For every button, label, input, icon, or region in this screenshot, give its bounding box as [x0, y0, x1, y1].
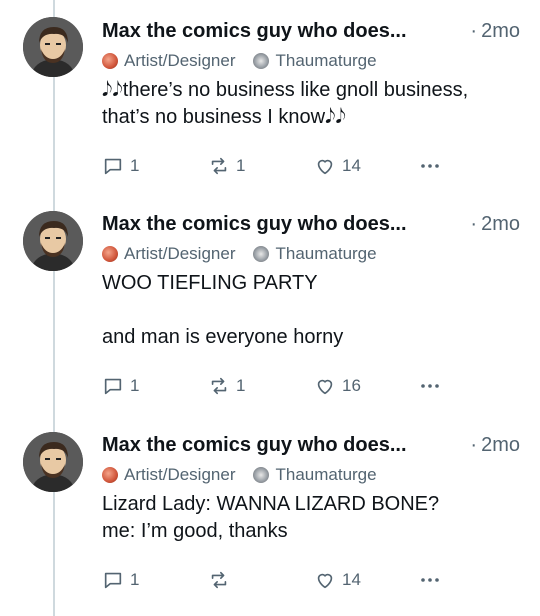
- time-value: 2mo: [481, 20, 520, 42]
- avatar-image: [23, 432, 83, 492]
- heart-icon: [317, 379, 333, 395]
- author-name[interactable]: Max the comics guy who does...: [102, 20, 407, 43]
- repost-arrows-icon: [211, 377, 227, 395]
- reply-button[interactable]: 1: [102, 155, 208, 177]
- avatar[interactable]: [23, 211, 83, 271]
- author-name[interactable]: Max the comics guy who does...: [102, 213, 407, 236]
- more-dots-icon: [421, 384, 439, 388]
- badge-artist[interactable]: Artist/Designer: [102, 244, 235, 264]
- post-text-line: [102, 297, 520, 324]
- post-time[interactable]: · 2mo: [470, 20, 520, 43]
- artist-badge-icon: [102, 246, 118, 262]
- artist-badge-icon: [102, 53, 118, 69]
- post-text: 𝅘𝅥𝅮𝅘𝅥𝅮there’s no business like gnoll bus…: [102, 77, 520, 131]
- repost-button[interactable]: 1: [208, 375, 314, 397]
- time-separator: ·: [470, 20, 478, 42]
- repost-button[interactable]: [208, 569, 314, 591]
- reply-bubble-icon: [104, 158, 122, 175]
- more-button[interactable]: [418, 154, 442, 178]
- badge-label: Artist/Designer: [124, 51, 236, 70]
- time-value: 2mo: [481, 213, 520, 235]
- post-text-line: me: I’m good, thanks: [102, 520, 288, 542]
- reply-button[interactable]: 1: [102, 569, 208, 591]
- thread-line: [53, 0, 55, 616]
- badge-label: Thaumaturge: [275, 465, 377, 484]
- badge-label: Artist/Designer: [124, 465, 236, 484]
- time-separator: ·: [470, 434, 478, 456]
- reply-count: 1: [130, 376, 140, 395]
- avatar[interactable]: [23, 17, 83, 77]
- repost-arrows-icon: [211, 571, 227, 589]
- post-time[interactable]: · 2mo: [470, 213, 520, 236]
- like-button[interactable]: 14: [314, 155, 418, 177]
- time-value: 2mo: [481, 434, 520, 456]
- reply-button[interactable]: 1: [102, 375, 208, 397]
- like-button[interactable]: 16: [314, 375, 418, 397]
- repost-button[interactable]: 1: [208, 155, 314, 177]
- badge-artist[interactable]: Artist/Designer: [102, 465, 235, 485]
- repost-count: 1: [236, 156, 246, 175]
- badge-thaumaturge[interactable]: Thaumaturge: [253, 465, 377, 485]
- badge-label: Artist/Designer: [124, 244, 236, 263]
- thaumaturge-badge-icon: [253, 53, 270, 69]
- more-button[interactable]: [418, 568, 442, 592]
- heart-icon: [317, 573, 333, 589]
- thaumaturge-badge-icon: [253, 246, 270, 262]
- badge-thaumaturge[interactable]: Thaumaturge: [253, 51, 377, 71]
- avatar-image: [23, 211, 83, 271]
- reply-count: 1: [130, 156, 140, 175]
- badge-thaumaturge[interactable]: Thaumaturge: [253, 244, 377, 264]
- author-name[interactable]: Max the comics guy who does...: [102, 434, 407, 457]
- like-count: 14: [342, 570, 361, 589]
- post-time[interactable]: · 2mo: [470, 434, 520, 457]
- like-count: 14: [342, 156, 361, 175]
- artist-badge-icon: [102, 467, 118, 483]
- post-text-line: WOO TIEFLING PARTY: [102, 272, 318, 294]
- reply-bubble-icon: [104, 572, 122, 589]
- like-count: 16: [342, 376, 361, 395]
- more-dots-icon: [421, 164, 439, 168]
- repost-count: 1: [236, 376, 246, 395]
- avatar[interactable]: [23, 432, 83, 492]
- badge-label: Thaumaturge: [275, 51, 377, 70]
- thaumaturge-badge-icon: [253, 467, 270, 483]
- heart-icon: [317, 159, 333, 175]
- post-text-line: and man is everyone horny: [102, 326, 344, 348]
- repost-arrows-icon: [211, 157, 227, 175]
- time-separator: ·: [470, 213, 478, 235]
- more-button[interactable]: [418, 374, 442, 398]
- badge-artist[interactable]: Artist/Designer: [102, 51, 235, 71]
- post-text-line: 𝅘𝅥𝅮𝅘𝅥𝅮there’s no business like gnoll bus…: [102, 79, 474, 128]
- more-dots-icon: [421, 578, 439, 582]
- badge-label: Thaumaturge: [275, 244, 377, 263]
- reply-bubble-icon: [104, 378, 122, 395]
- post-text: Lizard Lady: WANNA LIZARD BONE? me: I’m …: [102, 491, 520, 545]
- avatar-image: [23, 17, 83, 77]
- like-button[interactable]: 14: [314, 569, 418, 591]
- post-text-line: Lizard Lady: WANNA LIZARD BONE?: [102, 493, 440, 515]
- reply-count: 1: [130, 570, 140, 589]
- post-text: WOO TIEFLING PARTY and man is everyone h…: [102, 270, 520, 351]
